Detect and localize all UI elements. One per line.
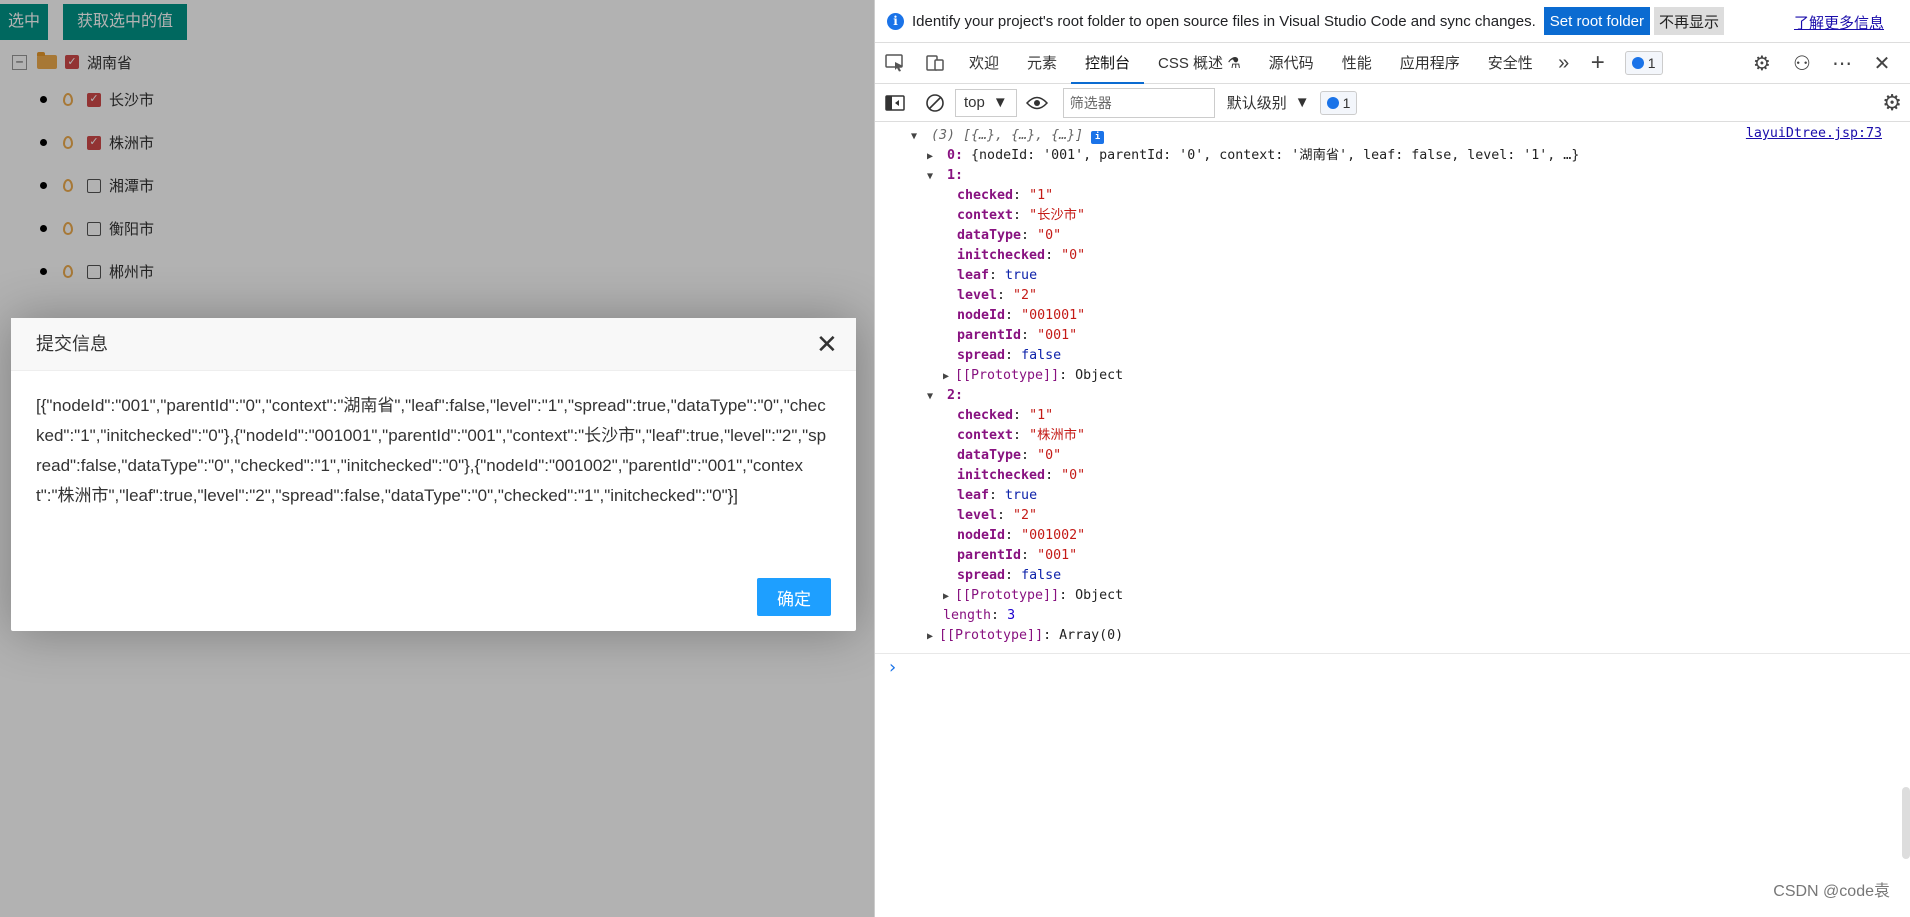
collapsed-triangle-icon: ▶ (927, 631, 934, 642)
submit-info-dialog: 提交信息 ✕ [{"nodeId":"001","parentId":"0","… (11, 318, 856, 631)
tab-application[interactable]: 应用程序 (1386, 43, 1474, 84)
prototype-row[interactable]: ▶ [[Prototype]]: Object (943, 586, 1123, 605)
dropdown-arrow-icon: ▼ (992, 94, 1008, 111)
prop-row: context: "株洲市" (957, 428, 1085, 443)
console-toolbar: top ▼ 默认级别 ▼ 1 ⚙ (875, 84, 1910, 122)
dialog-body: [{"nodeId":"001","parentId":"0","context… (36, 396, 827, 505)
watermark: CSDN @code袁 (1773, 883, 1890, 900)
settings-gear-icon[interactable]: ⚙ (1742, 51, 1782, 76)
scrollbar[interactable] (1902, 787, 1910, 859)
web-page: 选中 获取选中的值 − ✓ 湖南省 ✓ 长沙市 ✓ 株洲市 湘潭市 衡阳市 郴州… (0, 0, 874, 917)
set-root-folder-button[interactable]: Set root folder (1543, 7, 1651, 35)
prop-row: checked: "1" (957, 188, 1054, 203)
prop-row: leaf: true (957, 488, 1038, 503)
close-devtools-icon[interactable]: ✕ (1862, 51, 1902, 76)
item0-preview: {nodeId: '001', parentId: '0', context: … (971, 148, 1580, 163)
issue-icon (1326, 96, 1339, 109)
inspect-element-icon[interactable] (875, 43, 915, 84)
tab-security[interactable]: 安全性 (1474, 43, 1547, 84)
device-emulation-icon[interactable] (915, 43, 955, 84)
more-options-icon[interactable]: ⋯ (1822, 51, 1862, 76)
console-settings-gear-icon[interactable]: ⚙ (1882, 90, 1902, 116)
collapsed-triangle-icon[interactable]: ▶ (927, 147, 939, 166)
dialog-footer: 确定 (757, 578, 831, 616)
context-value: top (964, 94, 985, 111)
infobar-text: Identify your project's root folder to o… (912, 12, 1536, 30)
collapsed-triangle-icon: ▶ (943, 371, 950, 382)
tab-console[interactable]: 控制台 (1071, 43, 1145, 84)
log-level-value: 默认级别 (1226, 95, 1287, 112)
prop-row: nodeId: "001002" (957, 528, 1086, 543)
prop-row: context: "长沙市" (957, 208, 1085, 223)
length-row: length: 3 (943, 608, 1016, 623)
summary-text: (3) [{…}, {…}, {…}] (931, 128, 1084, 143)
more-tabs-icon[interactable]: » (1547, 52, 1581, 75)
prompt-chevron-icon: › (887, 657, 898, 678)
issues-badge[interactable]: 1 (1624, 51, 1663, 75)
prop-row: initchecked: "0" (957, 248, 1086, 263)
expanded-triangle-icon[interactable]: ▼ (927, 167, 939, 186)
dropdown-arrow-icon: ▼ (1294, 94, 1310, 111)
tab-css-overview[interactable]: CSS 概述 ⚗ (1144, 43, 1255, 84)
close-icon[interactable]: ✕ (816, 331, 838, 357)
index-label: 2: (947, 388, 964, 403)
prop-row: dataType: "0" (957, 448, 1062, 463)
index-label: 1: (947, 168, 964, 183)
prop-row: parentId: "001" (957, 548, 1078, 563)
learn-more-link[interactable]: 了解更多信息 (1794, 12, 1884, 33)
sidebar-toggle-icon[interactable] (875, 82, 915, 123)
prop-row: level: "2" (957, 508, 1038, 523)
ok-button[interactable]: 确定 (757, 578, 831, 616)
prop-row: leaf: true (957, 268, 1038, 283)
tab-sources[interactable]: 源代码 (1255, 43, 1328, 84)
prop-row: initchecked: "0" (957, 468, 1086, 483)
tabbar-right-icons: ⚙ ⚇ ⋯ ✕ (1742, 43, 1902, 84)
dont-show-again-button[interactable]: 不再显示 (1654, 7, 1725, 35)
console-item-2[interactable]: ▼ 2: (927, 386, 963, 405)
clear-console-icon[interactable] (915, 82, 955, 123)
console-item-0[interactable]: ▶ 0: {nodeId: '001', parentId: '0', cont… (927, 146, 1579, 165)
console-output: layuiDtree.jsp:73 ▼ (3) [{…}, {…}, {…}] … (875, 122, 1910, 917)
tab-performance[interactable]: 性能 (1328, 43, 1386, 84)
tab-elements[interactable]: 元素 (1013, 43, 1071, 84)
dialog-header: 提交信息 ✕ (11, 318, 856, 371)
prop-row: spread: false (957, 568, 1062, 583)
issues-count: 1 (1647, 55, 1656, 71)
index-label: 0: (947, 148, 964, 163)
add-tab-icon[interactable]: + (1581, 49, 1615, 77)
console-array-summary[interactable]: ▼ (3) [{…}, {…}, {…}] i (911, 126, 1105, 146)
collapsed-triangle-icon: ▶ (943, 591, 950, 602)
devtools-panel: i Identify your project's root folder to… (874, 0, 1910, 917)
expanded-triangle-icon[interactable]: ▼ (927, 387, 939, 406)
issue-icon (1631, 57, 1644, 69)
devtools-tabbar: 欢迎 元素 控制台 CSS 概述 ⚗ 源代码 性能 应用程序 安全性 » + 1… (875, 43, 1910, 84)
context-select[interactable]: top ▼ (955, 88, 1017, 117)
expanded-triangle-icon[interactable]: ▼ (911, 127, 923, 146)
prop-row: parentId: "001" (957, 328, 1078, 343)
infobar: i Identify your project's root folder to… (875, 0, 1910, 43)
array-prototype-row[interactable]: ▶ [[Prototype]]: Array(0) (927, 626, 1123, 645)
issues-count: 1 (1342, 94, 1351, 111)
prop-row: level: "2" (957, 288, 1038, 303)
filter-input[interactable] (1062, 87, 1215, 118)
log-level-select[interactable]: 默认级别 ▼ (1227, 92, 1310, 113)
live-expression-eye-icon[interactable] (1017, 82, 1057, 123)
prototype-row[interactable]: ▶ [[Prototype]]: Object (943, 366, 1123, 385)
info-badge-icon: i (1091, 131, 1105, 144)
tab-welcome[interactable]: 欢迎 (955, 43, 1013, 84)
dialog-title: 提交信息 (36, 334, 108, 354)
console-prompt[interactable]: › (875, 653, 1910, 683)
issues-badge[interactable]: 1 (1319, 90, 1358, 115)
prop-row: checked: "1" (957, 408, 1054, 423)
source-link[interactable]: layuiDtree.jsp:73 (1746, 126, 1882, 141)
prop-row: spread: false (957, 348, 1062, 363)
info-icon: i (887, 12, 904, 30)
customize-icon[interactable]: ⚇ (1782, 51, 1822, 76)
console-item-1[interactable]: ▼ 1: (927, 166, 963, 185)
prop-row: dataType: "0" (957, 228, 1062, 243)
prop-row: nodeId: "001001" (957, 308, 1086, 323)
